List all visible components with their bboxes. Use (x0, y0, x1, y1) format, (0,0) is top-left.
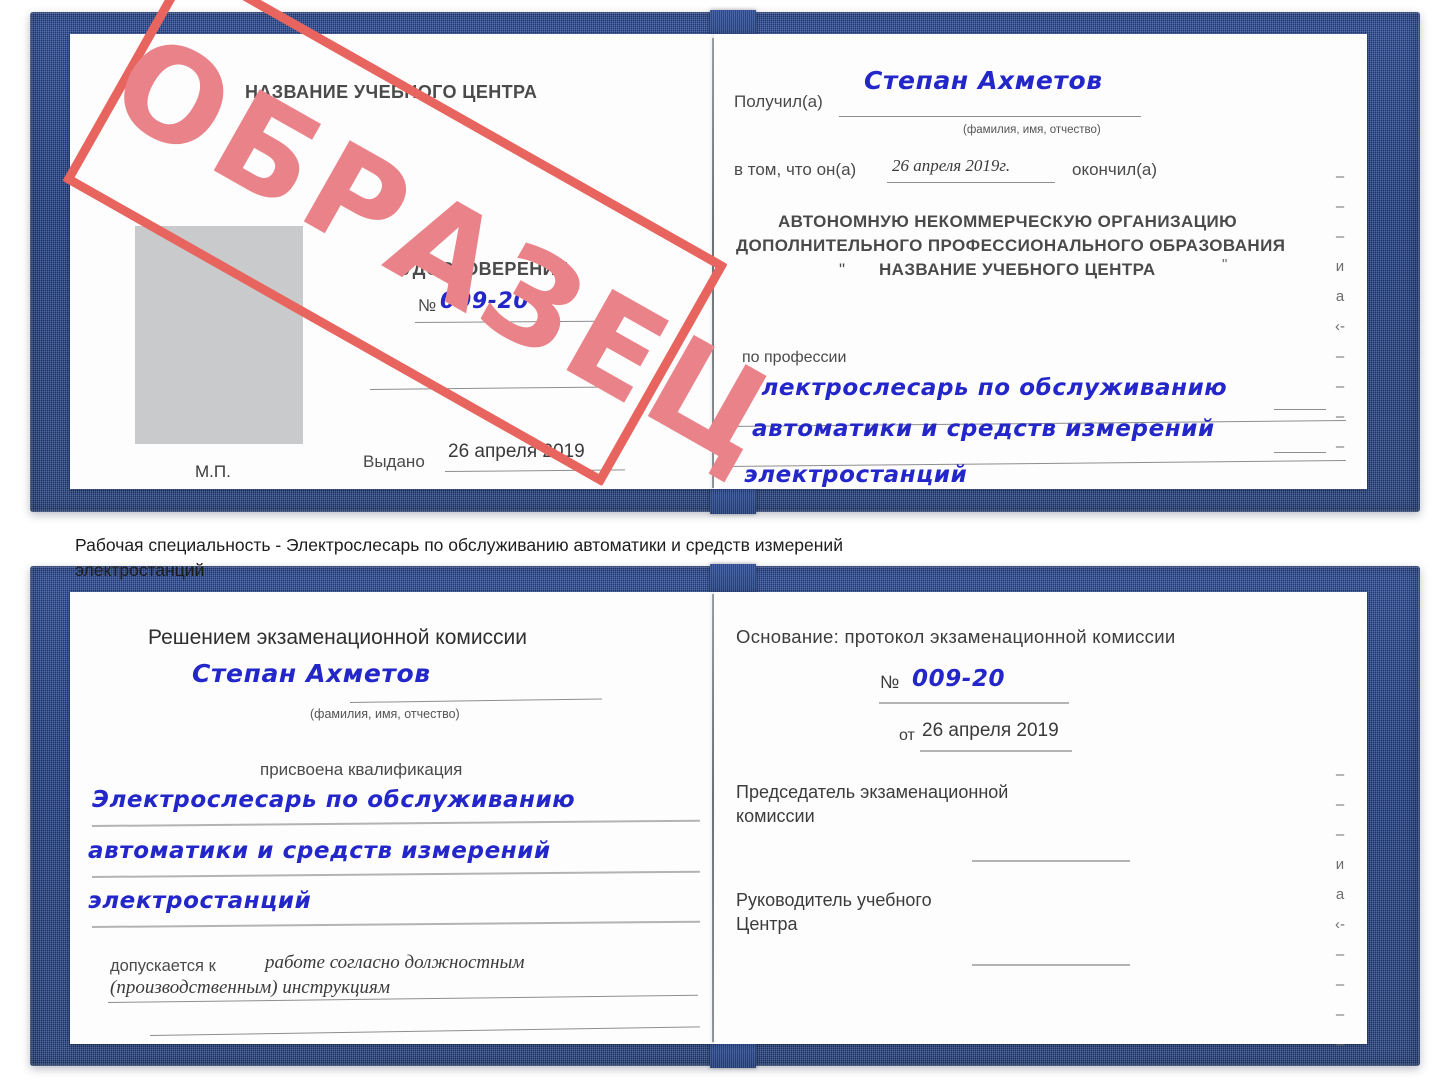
qualification-rule-2 (91, 870, 700, 878)
admitted-line-1: работе согласно должностным (265, 952, 525, 973)
edge-fragment: и (1335, 258, 1345, 275)
profession-line-1: Электрослесарь по обслуживанию (744, 375, 1228, 401)
fio-hint-bottom: (фамилия, имя, отчество) (310, 707, 460, 721)
edge-fragment: – (1335, 946, 1345, 963)
edge-fragment: – (1335, 378, 1345, 395)
qualification-rule-1 (91, 819, 700, 827)
basis-label: Основание: протокол экзаменационной коми… (736, 626, 1176, 647)
name-value-bottom: Степан Ахметов (192, 659, 431, 688)
edge-fragment-column-bottom: – – – и а ‹- – – – – (1330, 760, 1350, 1060)
completion-date-rule (887, 182, 1055, 183)
qualification-label: присвоена квалификация (260, 760, 463, 779)
edge-fragment: – (1335, 976, 1345, 993)
edge-fragment: – (1335, 796, 1345, 813)
protocol-date-label: от (899, 727, 915, 744)
org-title-top-left: НАЗВАНИЕ УЧЕБНОГО ЦЕНТРА (245, 82, 538, 102)
head-line-1: Руководитель учебного (736, 890, 932, 910)
head-signature-rule[interactable] (972, 964, 1130, 966)
edge-fragment: – (1335, 168, 1345, 185)
photo-placeholder (135, 226, 303, 444)
edge-fragment: – (1335, 198, 1345, 215)
finished-label: окончил(а) (1072, 160, 1157, 179)
edge-rule-2 (1274, 452, 1326, 453)
received-value: Степан Ахметов (864, 66, 1103, 95)
edge-fragment: – (1335, 766, 1345, 783)
certificate-bottom: Решением экзаменационной комиссии Степан… (30, 564, 1420, 1068)
admitted-label: допускается к (110, 957, 216, 975)
chairman-signature-rule[interactable] (972, 860, 1130, 862)
org-quote-close: " (1222, 256, 1228, 273)
profession-label: по профессии (742, 349, 847, 366)
number-rule (414, 320, 600, 323)
edge-fragment: – (1335, 438, 1345, 455)
protocol-number-value: 009-20 (912, 666, 1006, 692)
org-quote-open: " (839, 260, 846, 279)
head-line-2: Центра (736, 914, 798, 934)
qualification-line-3: электростанций (88, 888, 312, 914)
received-label: Получил(а) (734, 92, 823, 111)
edge-fragment: а (1335, 886, 1345, 903)
edge-fragment: ‹- (1335, 916, 1345, 933)
org-line-2: ДОПОЛНИТЕЛЬНОГО ПРОФЕССИОНАЛЬНОГО ОБРАЗО… (736, 236, 1286, 255)
edge-fragment: – (1335, 408, 1345, 425)
number-value: 009-20 (440, 289, 530, 314)
chairman-line-1: Председатель экзаменационной (736, 782, 1009, 802)
edge-fragment: ‹- (1335, 318, 1345, 335)
profession-line-2: автоматики и средств измерений (752, 416, 1215, 442)
commission-decision-title: Решением экзаменационной комиссии (148, 626, 528, 649)
edge-fragment: – (1335, 348, 1345, 365)
edge-fragment: – (1335, 826, 1345, 843)
page-top-left: НАЗВАНИЕ УЧЕБНОГО ЦЕНТРА УДОСТОВЕРЕНИЕ №… (70, 34, 715, 489)
admitted-rule-2 (149, 1026, 700, 1036)
edge-fragment: и (1335, 856, 1345, 873)
caption-line-2: электростанций (75, 560, 205, 580)
edge-fragment: – (1335, 1006, 1345, 1023)
issued-label: Выдано (363, 452, 425, 471)
issued-rule (444, 469, 625, 472)
page-bottom-left: Решением экзаменационной комиссии Степан… (70, 592, 715, 1044)
edge-fragment: – (1335, 1036, 1345, 1053)
admitted-line-2: (производственным) инструкциям (110, 977, 390, 998)
edge-fragment: – (1335, 228, 1345, 245)
protocol-number-rule (879, 702, 1069, 704)
profession-line-3: электростанций (744, 462, 968, 488)
edge-rule-1 (1274, 409, 1326, 410)
completion-date: 26 апреля 2019г. (892, 156, 1011, 175)
protocol-number-label: № (880, 672, 900, 692)
protocol-date-value: 26 апреля 2019 (922, 720, 1059, 741)
that-he-label: в том, что он(а) (734, 160, 857, 179)
edge-fragment-column-top: – – – и а ‹- – – – – (1330, 162, 1350, 462)
edge-fragment: а (1335, 288, 1345, 305)
received-rule (839, 116, 1141, 117)
page-bottom-right: Основание: протокол экзаменационной коми… (714, 592, 1367, 1053)
caption-line-1: Рабочая специальность - Электрослесарь п… (75, 535, 843, 555)
blank-rule-1 (369, 386, 602, 390)
page-top-right: Получил(а) Степан Ахметов (фамилия, имя,… (714, 34, 1367, 489)
name-rule-bottom (349, 698, 602, 703)
doc-type-label: УДОСТОВЕРЕНИЕ (402, 259, 569, 279)
certificate-top: НАЗВАНИЕ УЧЕБНОГО ЦЕНТРА УДОСТОВЕРЕНИЕ №… (30, 10, 1420, 514)
protocol-date-rule (920, 750, 1072, 752)
number-label: № (418, 296, 437, 315)
chairman-line-2: комиссии (736, 806, 815, 826)
fio-hint-top: (фамилия, имя, отчество) (963, 124, 1101, 136)
org-line-3: НАЗВАНИЕ УЧЕБНОГО ЦЕНТРА (879, 260, 1156, 279)
qualification-rule-3 (91, 920, 700, 928)
qualification-line-1: Электрослесарь по обслуживанию (92, 787, 576, 813)
seal-label: М.П. (195, 462, 231, 481)
qualification-line-2: автоматики и средств измерений (88, 838, 551, 864)
issued-value: 26 апреля 2019 (448, 441, 585, 462)
org-line-1: АВТОНОМНУЮ НЕКОММЕРЧЕСКУЮ ОРГАНИЗАЦИЮ (778, 212, 1238, 231)
